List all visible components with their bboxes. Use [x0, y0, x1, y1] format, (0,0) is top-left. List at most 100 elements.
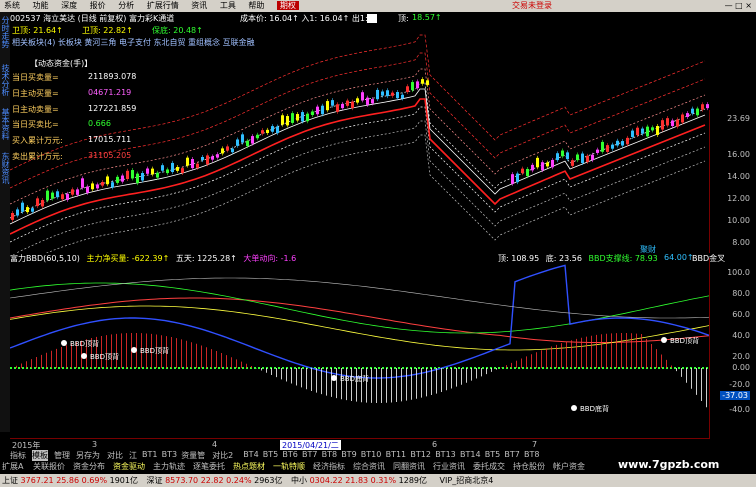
indicator-tab-7[interactable]: BT3: [162, 450, 177, 459]
panel-title: 【动态资金(手)】: [30, 59, 93, 68]
signal-dot: [61, 340, 67, 346]
sh-label[interactable]: 上证: [2, 476, 18, 485]
function-tab-13[interactable]: 持仓股份: [513, 461, 545, 472]
candle-body: [656, 126, 659, 135]
function-tab-8[interactable]: 经济指标: [313, 461, 345, 472]
sz-label[interactable]: 深证: [147, 476, 163, 485]
indicator-tab-21[interactable]: BT5: [485, 450, 500, 459]
candle-body: [571, 160, 574, 166]
candle-body: [206, 155, 209, 165]
candle-body: [426, 80, 429, 85]
candle-body: [21, 202, 24, 212]
function-tab-4[interactable]: 主力轨迹: [153, 461, 185, 472]
candle-body: [11, 212, 14, 220]
indicator-tab-0[interactable]: 指标: [10, 450, 26, 461]
menu-item-system[interactable]: 系统: [4, 1, 20, 10]
candle-body: [201, 156, 204, 161]
menu-item-ext-market[interactable]: 扩展行情: [147, 1, 179, 10]
indicator-tab-14[interactable]: BT8: [322, 450, 337, 459]
vip-account[interactable]: VIP_招商北京4: [440, 476, 494, 485]
candle-body: [606, 145, 609, 152]
indicator-tab-20[interactable]: BT14: [460, 450, 481, 459]
candle-body: [326, 101, 329, 111]
candle-body: [671, 120, 674, 127]
indicator-tab-11[interactable]: BT5: [263, 450, 278, 459]
menu-item-quote[interactable]: 报价: [90, 1, 106, 10]
candle-body: [521, 168, 524, 174]
function-tab-2[interactable]: 资金分布: [73, 461, 105, 472]
indicator-tab-15[interactable]: BT9: [341, 450, 356, 459]
candle-body: [646, 126, 649, 137]
indicator-tab-16[interactable]: BT10: [361, 450, 382, 459]
menu-item-tools[interactable]: 工具: [220, 1, 236, 10]
trade-login-status[interactable]: 交易未登录: [512, 0, 552, 12]
sm-change: 21.83: [345, 476, 369, 485]
indicator-tab-12[interactable]: BT6: [282, 450, 297, 459]
link-jucai[interactable]: 聚财: [640, 244, 656, 255]
indicator-tab-13[interactable]: BT7: [302, 450, 317, 459]
candle-body: [76, 189, 79, 195]
function-tab-14[interactable]: 帐户资金: [553, 461, 585, 472]
indicator-tab-19[interactable]: BT13: [435, 450, 456, 459]
indicator-tab-10[interactable]: BT4: [243, 450, 258, 459]
signal-dot: [131, 347, 137, 353]
menu-item-options[interactable]: 期权: [276, 1, 299, 10]
candle-body: [416, 81, 419, 89]
candle-body: [256, 134, 259, 139]
window-controls[interactable]: — □ ×: [725, 0, 752, 12]
candle-body: [586, 155, 589, 162]
function-tab-9[interactable]: 综合资讯: [353, 461, 385, 472]
candle-body: [81, 178, 84, 188]
function-tab-11[interactable]: 行业资讯: [433, 461, 465, 472]
cost-price-line: 成本价: 16.04↑ 入1: 16.04↑ 出1: -: [240, 14, 374, 23]
menu-item-help[interactable]: 帮助: [248, 1, 264, 10]
indicator-tab-4[interactable]: 对比: [107, 450, 123, 461]
indicator-tab-18[interactable]: BT12: [410, 450, 431, 459]
candle-body: [96, 184, 99, 189]
indicator-tab-2[interactable]: 管理: [54, 450, 70, 461]
candle-body: [66, 193, 69, 200]
candle-body: [116, 176, 119, 183]
function-tab-0[interactable]: 扩展A: [2, 461, 23, 472]
indicator-tab-3[interactable]: 另存为: [76, 450, 100, 461]
candle-body: [616, 140, 619, 146]
indicator-tab-6[interactable]: BT1: [142, 450, 157, 459]
indicator-tab-17[interactable]: BT11: [386, 450, 407, 459]
function-tab-12[interactable]: 委托成交: [473, 461, 505, 472]
candle-body: [411, 82, 414, 91]
signal-dot: [331, 375, 337, 381]
menu-item-analysis[interactable]: 分析: [118, 1, 134, 10]
indicator-tab-9[interactable]: 对比2: [212, 450, 233, 461]
sh-amount: 1901亿: [109, 476, 138, 485]
candle-body: [316, 106, 319, 115]
signal-label: BBD顶背: [70, 339, 99, 348]
indicator-tab-8[interactable]: 资量管: [181, 450, 205, 461]
menu-item-depth[interactable]: 深度: [61, 1, 77, 10]
panel-row: 当日买卖量= 211893.078: [12, 72, 137, 82]
indicator-tab-22[interactable]: BT7: [504, 450, 519, 459]
signal-dot: [571, 405, 577, 411]
candle-body: [371, 99, 374, 104]
candle-body: [241, 134, 244, 143]
candle-body: [676, 119, 679, 127]
candle-body: [556, 153, 559, 161]
signal-label: BBD底背: [340, 374, 369, 383]
function-tab-6[interactable]: 热点题材: [233, 461, 265, 472]
indicator-tab-5[interactable]: 江: [129, 450, 137, 461]
function-tab-7[interactable]: 一轨特顺: [273, 461, 305, 472]
candle-body: [141, 172, 144, 181]
indicator-tab-1[interactable]: 模板: [32, 450, 48, 461]
menu-item-news[interactable]: 资讯: [191, 1, 207, 10]
menu-item-function[interactable]: 功能: [33, 1, 49, 10]
sm-label[interactable]: 中小: [291, 476, 307, 485]
function-tab-5[interactable]: 逐笔委托: [193, 461, 225, 472]
candle-body: [591, 154, 594, 161]
function-tab-1[interactable]: 关联报价: [33, 461, 65, 472]
sz-amount: 2963亿: [254, 476, 283, 485]
function-tab-10[interactable]: 同翻资讯: [393, 461, 425, 472]
signal-label: BBD顶背: [90, 352, 119, 361]
indicator-tab-23[interactable]: BT8: [524, 450, 539, 459]
bbd-indicator-chart[interactable]: BBD顶背 BBD顶背 BBD顶背 BBD底背 BBD底背 BBD顶背: [10, 258, 710, 438]
function-tab-3[interactable]: 资金驱动: [113, 461, 145, 472]
candle-body: [151, 168, 154, 175]
